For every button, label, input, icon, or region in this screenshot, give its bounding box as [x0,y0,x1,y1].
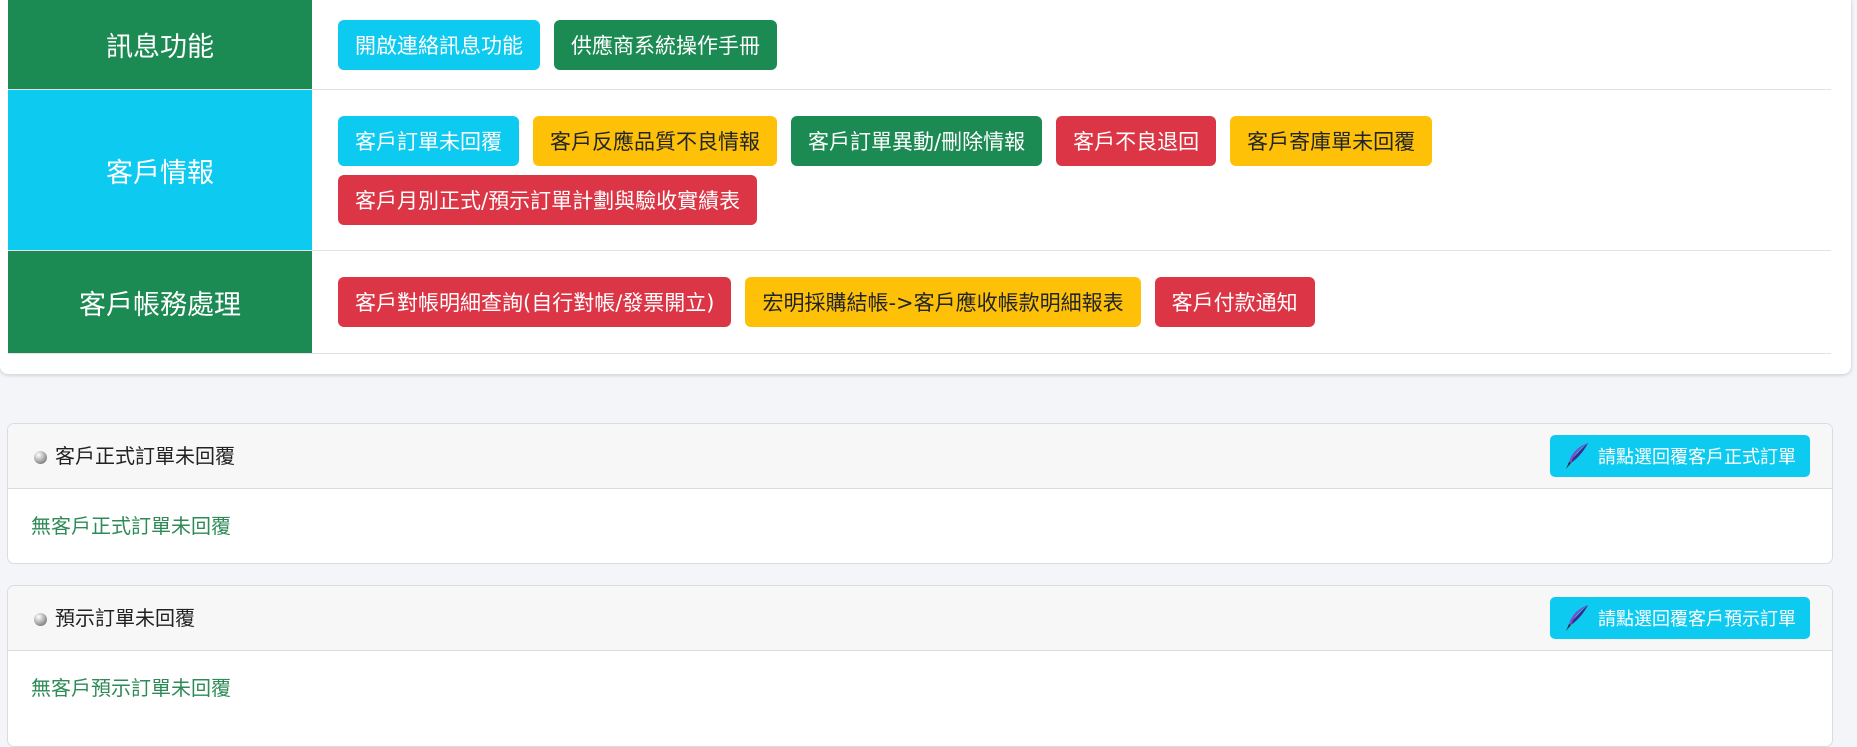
reply-forecast-order-button[interactable]: 請點選回覆客戶預示訂單 [1550,597,1810,639]
section-buttons: 開啟連絡訊息功能 供應商系統操作手冊 [338,0,1831,89]
section-row-message: 訊息功能 開啟連絡訊息功能 供應商系統操作手冊 [8,0,1831,90]
section-label: 訊息功能 [8,0,312,89]
panel-body: 無客戶正式訂單未回覆 [8,489,1832,563]
section-buttons: 客戶對帳明細查詢(自行對帳/發票開立) 宏明採購結帳->客戶應收帳款明細報表 客… [338,251,1831,353]
section-label: 客戶情報 [8,90,312,250]
forecast-order-panel: 預示訂單未回覆 請點選回覆客戶預示訂單 無客戶預示訂單未回覆 [7,585,1833,747]
quill-pen-icon [1566,443,1588,469]
quality-defect-info-button[interactable]: 客戶反應品質不良情報 [533,115,777,166]
panel-body: 無客戶預示訂單未回覆 [8,651,1832,725]
panel-title: 客戶正式訂單未回覆 [55,444,235,468]
function-menu-card: 訊息功能 開啟連絡訊息功能 供應商系統操作手冊 客戶情報 客戶訂單未回覆 客戶反… [0,0,1851,374]
panel-title: 預示訂單未回覆 [55,606,195,630]
section-row-customer-info: 客戶情報 客戶訂單未回覆 客戶反應品質不良情報 客戶訂單異動/刪除情報 客戶不良… [8,90,1831,251]
panel-header: 預示訂單未回覆 請點選回覆客戶預示訂單 [8,586,1832,651]
receivables-report-button[interactable]: 宏明採購結帳->客戶應收帳款明細報表 [745,277,1141,327]
defect-return-button[interactable]: 客戶不良退回 [1056,115,1217,166]
monthly-order-plan-report-button[interactable]: 客戶月別正式/預示訂單計劃與驗收實績表 [338,174,758,225]
section-label: 客戶帳務處理 [8,251,312,353]
consignment-unreplied-button[interactable]: 客戶寄庫單未回覆 [1230,115,1433,166]
bullet-icon [34,613,47,626]
bullet-icon [34,451,47,464]
reply-formal-order-button[interactable]: 請點選回覆客戶正式訂單 [1550,435,1810,477]
formal-order-panel: 客戶正式訂單未回覆 請點選回覆客戶正式訂單 無客戶正式訂單未回覆 [7,423,1833,564]
panel-header: 客戶正式訂單未回覆 請點選回覆客戶正式訂單 [8,424,1832,489]
open-message-function-button[interactable]: 開啟連絡訊息功能 [338,19,540,70]
empty-message: 無客戶預示訂單未回覆 [31,676,231,700]
button-label: 請點選回覆客戶預示訂單 [1598,609,1796,629]
empty-message: 無客戶正式訂單未回覆 [31,514,231,538]
section-row-accounting: 客戶帳務處理 客戶對帳明細查詢(自行對帳/發票開立) 宏明採購結帳->客戶應收帳… [8,251,1831,354]
button-label: 請點選回覆客戶正式訂單 [1598,447,1796,467]
supplier-manual-button[interactable]: 供應商系統操作手冊 [554,19,777,70]
quill-pen-icon [1566,605,1588,631]
payment-notice-button[interactable]: 客戶付款通知 [1154,277,1315,327]
order-change-delete-info-button[interactable]: 客戶訂單異動/刪除情報 [791,115,1043,166]
section-buttons: 客戶訂單未回覆 客戶反應品質不良情報 客戶訂單異動/刪除情報 客戶不良退回 客戶… [338,90,1531,250]
statement-query-button[interactable]: 客戶對帳明細查詢(自行對帳/發票開立) [338,277,732,327]
customer-order-unreplied-button[interactable]: 客戶訂單未回覆 [338,115,519,166]
